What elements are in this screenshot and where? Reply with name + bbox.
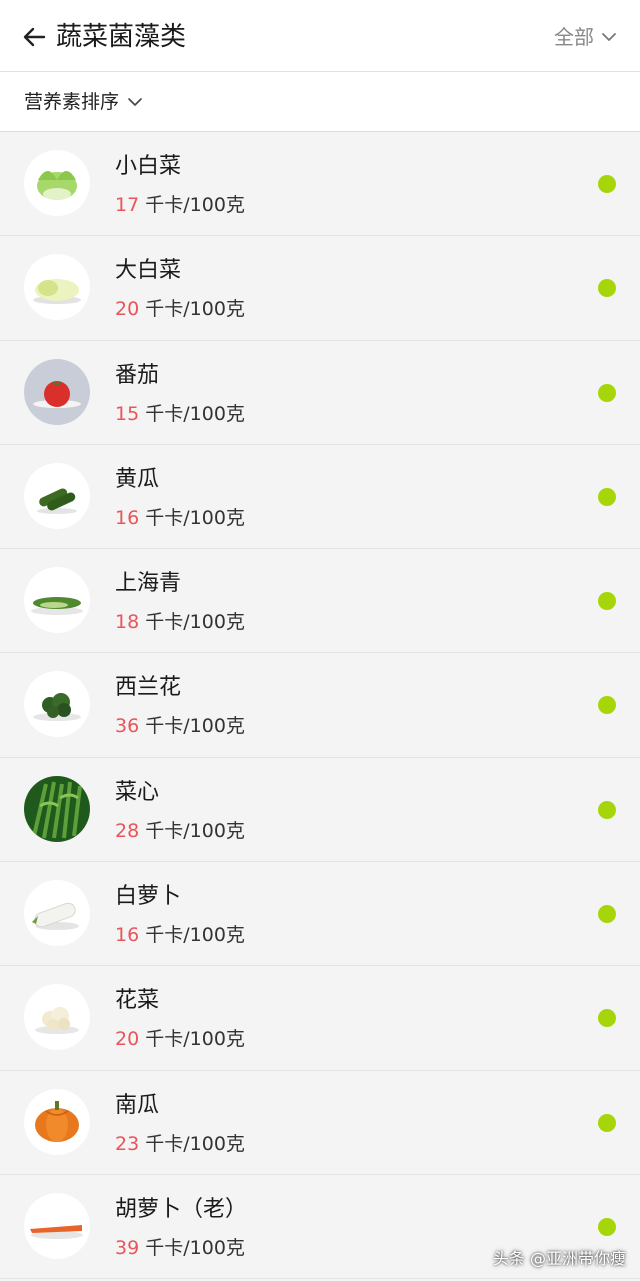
food-name: 菜心 [115, 779, 160, 805]
pumpkin-icon [24, 1088, 90, 1155]
arrow-left-icon [23, 27, 46, 47]
back-button[interactable] [18, 20, 52, 54]
tomato-icon [24, 358, 90, 425]
daikon-icon [24, 880, 90, 947]
calorie-info: 36 千卡/100克 [115, 713, 245, 739]
food-name: 大白菜 [115, 258, 182, 284]
cauliflower-icon [24, 984, 90, 1051]
page-title: 蔬菜菌藻类 [56, 22, 187, 52]
food-name: 胡萝卜（老） [115, 1196, 248, 1222]
status-dot [598, 905, 616, 924]
calorie-info: 23 千卡/100克 [115, 1131, 245, 1157]
calorie-value: 18 [115, 611, 140, 634]
calorie-value: 15 [115, 402, 140, 425]
shanghai-greens-icon [24, 567, 90, 634]
calorie-value: 20 [115, 1028, 140, 1051]
calorie-info: 20 千卡/100克 [115, 296, 245, 322]
nutrient-sort-button[interactable]: 营养素排序 [24, 87, 143, 117]
calorie-info: 20 千卡/100克 [115, 1026, 245, 1052]
calorie-info: 39 千卡/100克 [115, 1235, 245, 1261]
food-name: 上海青 [115, 571, 182, 597]
food-name: 西兰花 [115, 675, 182, 701]
calorie-info: 15 千卡/100克 [115, 401, 245, 427]
bok-choy-icon [24, 150, 90, 216]
calorie-unit: 千卡/100克 [145, 819, 245, 842]
carrot-icon [24, 1192, 90, 1259]
sort-bar: 营养素排序 [0, 72, 640, 132]
calorie-value: 28 [115, 819, 140, 842]
nutrient-sort-label: 营养素排序 [24, 91, 120, 113]
calorie-info: 18 千卡/100克 [115, 609, 245, 635]
calorie-unit: 千卡/100克 [145, 506, 245, 529]
calorie-unit: 千卡/100克 [145, 1028, 245, 1051]
status-dot [598, 592, 616, 611]
food-row[interactable]: 白萝卜 16 千卡/100克 [0, 862, 640, 967]
food-row[interactable]: 黄瓜 16 千卡/100克 [0, 444, 640, 550]
food-name: 白萝卜 [115, 884, 182, 910]
food-row[interactable]: 小白菜 17 千卡/100克 [0, 132, 640, 237]
calorie-unit: 千卡/100克 [145, 1132, 245, 1155]
status-dot [598, 279, 616, 298]
status-dot [598, 487, 616, 506]
status-dot [598, 383, 616, 402]
category-filter-label: 全部 [554, 25, 594, 49]
calorie-value: 17 [115, 194, 140, 216]
food-row[interactable]: 上海青 18 千卡/100克 [0, 549, 640, 654]
calorie-info: 16 千卡/100克 [115, 505, 245, 531]
chevron-down-icon [602, 33, 616, 41]
food-name: 南瓜 [115, 1092, 160, 1118]
status-dot [598, 1113, 616, 1132]
calorie-unit: 千卡/100克 [145, 1236, 245, 1259]
status-dot [598, 1009, 616, 1028]
food-row[interactable]: 大白菜 20 千卡/100克 [0, 236, 640, 341]
status-dot [598, 696, 616, 715]
calorie-info: 28 千卡/100克 [115, 818, 245, 844]
food-row[interactable]: 西兰花 36 千卡/100克 [0, 653, 640, 758]
calorie-unit: 千卡/100克 [145, 611, 245, 634]
calorie-unit: 千卡/100克 [145, 402, 245, 425]
food-row[interactable]: 番茄 15 千卡/100克 [0, 340, 640, 445]
food-row[interactable]: 花菜 20 千卡/100克 [0, 966, 640, 1071]
calorie-value: 36 [115, 715, 140, 738]
status-dot [598, 175, 616, 193]
choy-sum-icon [24, 775, 90, 842]
calorie-unit: 千卡/100克 [145, 194, 245, 216]
watermark: 头条 @亚洲带你瘦 [492, 1249, 626, 1268]
napa-cabbage-icon [24, 254, 90, 321]
chevron-down-icon [128, 98, 142, 106]
calorie-info: 17 千卡/100克 [115, 192, 245, 218]
calorie-value: 20 [115, 298, 140, 321]
food-name: 花菜 [115, 988, 160, 1014]
food-row[interactable]: 南瓜 23 千卡/100克 [0, 1070, 640, 1175]
calorie-value: 39 [115, 1236, 140, 1259]
food-name: 番茄 [115, 362, 160, 388]
calorie-value: 16 [115, 506, 140, 529]
broccoli-icon [24, 671, 90, 738]
food-row[interactable]: 菜心 28 千卡/100克 [0, 757, 640, 863]
calorie-unit: 千卡/100克 [145, 924, 245, 947]
calorie-unit: 千卡/100克 [145, 715, 245, 738]
status-dot [598, 800, 616, 819]
calorie-value: 23 [115, 1132, 140, 1155]
calorie-info: 16 千卡/100克 [115, 922, 245, 948]
status-dot [598, 1217, 616, 1236]
food-name: 小白菜 [115, 154, 182, 179]
cucumber-icon [24, 462, 90, 529]
food-name: 黄瓜 [115, 466, 160, 492]
food-list: 小白菜 17 千卡/100克 大白菜 20 千卡/100克 番茄 15 千卡/100克 黄瓜… [0, 132, 640, 1280]
calorie-value: 16 [115, 924, 140, 947]
app-header: 蔬菜菌藻类 全部 [0, 0, 640, 72]
category-filter-button[interactable]: 全部 [554, 22, 618, 52]
calorie-unit: 千卡/100克 [145, 298, 245, 321]
